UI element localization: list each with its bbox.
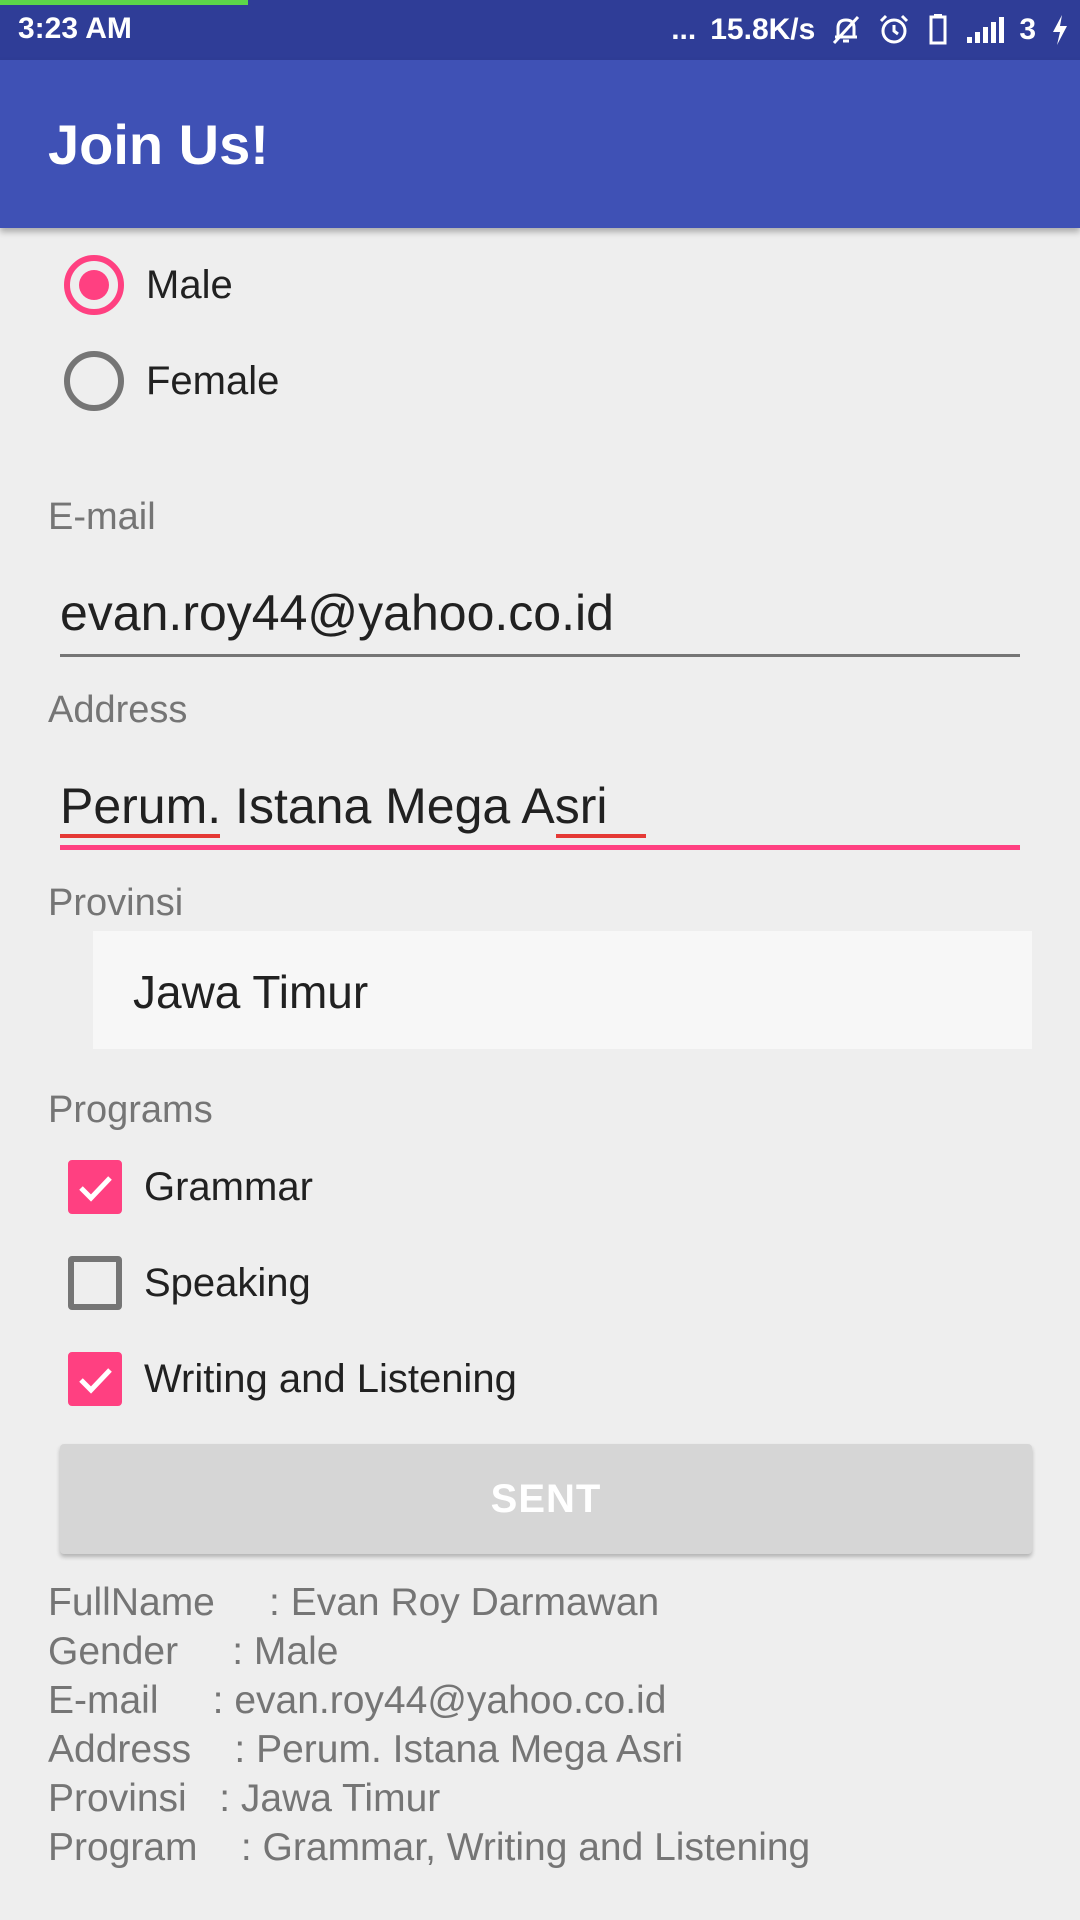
email-underline	[60, 654, 1020, 657]
radio-button-checked-icon[interactable]	[64, 255, 124, 315]
summary-address: Address : Perum. Istana Mega Asri	[48, 1728, 684, 1771]
checkbox-unchecked-icon[interactable]	[68, 1256, 122, 1310]
spellcheck-underline	[60, 834, 220, 838]
email-field[interactable]: evan.roy44@yahoo.co.id	[60, 573, 1020, 657]
app-bar: Join Us!	[0, 60, 1080, 228]
address-value-part-2: . Istana Mega	[207, 778, 522, 834]
summary-output: FullName : Evan Roy Darmawan Gender : Ma…	[48, 1578, 810, 1872]
screen: 3:23 AM ... 15.8K/s 3 Join Us! Male Fema…	[0, 0, 1080, 1920]
checkbox-label-writing-listening: Writing and Listening	[144, 1356, 517, 1401]
checkbox-checked-icon[interactable]	[68, 1352, 122, 1406]
page-load-progress	[0, 0, 248, 5]
sent-button[interactable]: SENT	[60, 1444, 1032, 1554]
checkmark-icon	[79, 1368, 112, 1394]
checkbox-speaking[interactable]: Speaking	[68, 1253, 311, 1313]
checkbox-checked-icon[interactable]	[68, 1160, 122, 1214]
sim-icon	[925, 13, 951, 47]
summary-gender: Gender : Male	[48, 1630, 339, 1673]
address-value: Perum. Istana Mega Asri	[60, 777, 607, 835]
radio-male[interactable]: Male	[64, 253, 233, 317]
radio-label-female: Female	[146, 358, 280, 403]
page-title: Join Us!	[48, 113, 269, 176]
summary-email: E-mail : evan.roy44@yahoo.co.id	[48, 1679, 667, 1722]
signal-icon	[965, 15, 1005, 45]
spellcheck-underline	[556, 834, 646, 838]
network-speed: 15.8K/s	[710, 13, 816, 46]
address-value-part-3: Asri	[521, 778, 608, 834]
status-icons: ... 15.8K/s 3	[671, 8, 1070, 52]
radio-dot	[79, 270, 109, 300]
more-dots: ...	[671, 13, 697, 46]
programs-label: Programs	[48, 1089, 213, 1131]
checkmark-icon	[79, 1176, 112, 1202]
radio-label-male: Male	[146, 262, 233, 307]
checkbox-grammar[interactable]: Grammar	[68, 1157, 313, 1217]
summary-program: Program : Grammar, Writing and Listening	[48, 1826, 811, 1869]
address-label: Address	[48, 689, 188, 731]
sent-button-label: SENT	[490, 1476, 602, 1521]
status-bar: 3:23 AM ... 15.8K/s 3	[0, 0, 1080, 60]
address-value-part-1: Perum	[60, 778, 208, 834]
mute-bell-icon	[829, 13, 863, 47]
signal-count: 3	[1019, 13, 1036, 46]
checkbox-label-speaking: Speaking	[144, 1260, 311, 1305]
status-time: 3:23 AM	[18, 12, 132, 45]
provinsi-selected: Jawa Timur	[133, 966, 369, 1018]
summary-fullname: FullName : Evan Roy Darmawan	[48, 1581, 660, 1624]
radio-female[interactable]: Female	[64, 349, 279, 413]
address-field[interactable]: Perum. Istana Mega Asri	[60, 766, 1020, 850]
provinsi-label: Provinsi	[48, 882, 184, 924]
checkbox-writing-listening[interactable]: Writing and Listening	[68, 1349, 517, 1409]
email-label: E-mail	[48, 496, 156, 538]
email-value: evan.roy44@yahoo.co.id	[60, 585, 614, 641]
checkbox-label-grammar: Grammar	[144, 1164, 313, 1209]
provinsi-spinner[interactable]: Jawa Timur	[93, 931, 1032, 1049]
alarm-icon	[877, 13, 911, 47]
summary-provinsi: Provinsi : Jawa Timur	[48, 1777, 441, 1820]
radio-button-unchecked-icon[interactable]	[64, 351, 124, 411]
charging-icon	[1050, 13, 1070, 47]
address-underline-focused	[60, 845, 1020, 850]
